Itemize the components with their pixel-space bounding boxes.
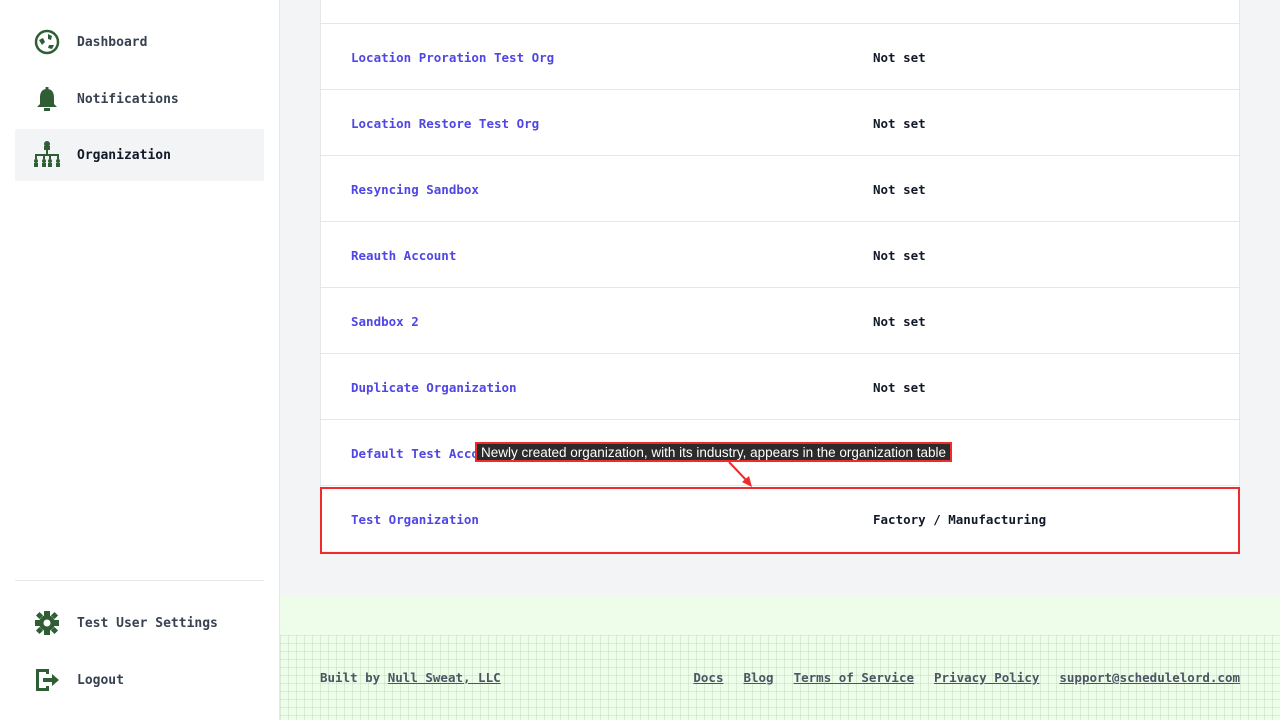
organization-industry: Not set: [873, 49, 926, 65]
sidebar-item-label: Notifications: [77, 91, 179, 107]
sidebar-item-label: Organization: [77, 147, 171, 163]
table-row: [321, 0, 1239, 24]
annotation-callout: Newly created organization, with its ind…: [475, 442, 953, 462]
table-row: Test Organization Factory / Manufacturin…: [321, 486, 1239, 551]
table-row: Resyncing Sandbox Not set: [321, 156, 1239, 222]
main-content: Location Proration Test Org Not set Loca…: [280, 0, 1280, 720]
footer-link-blog[interactable]: Blog: [743, 670, 773, 685]
footer: Built by Null Sweat, LLC Docs Blog Terms…: [280, 595, 1280, 720]
sidebar-item-dashboard[interactable]: Dashboard: [15, 16, 264, 68]
organization-table: Location Proration Test Org Not set Loca…: [320, 0, 1240, 551]
footer-built-by-text: Built by: [320, 670, 388, 685]
footer-top-band: [280, 595, 1280, 635]
sidebar-item-label: Test User Settings: [77, 615, 218, 631]
sidebar-divider: [15, 580, 264, 581]
organization-industry: Not set: [873, 181, 926, 197]
footer-credit: Built by Null Sweat, LLC: [320, 670, 501, 685]
sidebar-item-user-settings[interactable]: Test User Settings: [15, 597, 264, 649]
logout-icon: [31, 664, 63, 696]
organization-industry: Not set: [873, 379, 926, 395]
organization-name-link[interactable]: Sandbox 2: [351, 288, 419, 354]
organization-name-link[interactable]: Resyncing Sandbox: [351, 156, 479, 222]
organization-industry: Not set: [873, 115, 926, 131]
org-chart-icon: [31, 139, 63, 171]
bell-icon: [31, 83, 63, 115]
organization-industry: Factory / Manufacturing: [873, 511, 1047, 527]
table-row: Reauth Account Not set: [321, 222, 1239, 288]
footer-link-support-email[interactable]: support@schedulelord.com: [1059, 670, 1240, 685]
sidebar-item-notifications[interactable]: Notifications: [15, 73, 264, 125]
sidebar: Dashboard Notifications Organization Tes…: [0, 0, 280, 720]
footer-link-docs[interactable]: Docs: [693, 670, 723, 685]
footer-company-link[interactable]: Null Sweat, LLC: [388, 670, 501, 685]
organization-name-link[interactable]: Location Restore Test Org: [351, 90, 539, 156]
organization-industry: Not set: [873, 247, 926, 263]
footer-links: Docs Blog Terms of Service Privacy Polic…: [693, 670, 1240, 685]
organization-name-link[interactable]: Duplicate Organization: [351, 354, 517, 420]
footer-link-privacy[interactable]: Privacy Policy: [934, 670, 1039, 685]
organization-name-link[interactable]: Reauth Account: [351, 222, 456, 288]
organization-name-link[interactable]: Location Proration Test Org: [351, 24, 554, 90]
gear-icon: [31, 607, 63, 639]
sidebar-item-organization[interactable]: Organization: [15, 129, 264, 181]
sidebar-item-logout[interactable]: Logout: [15, 654, 264, 706]
table-row: Location Restore Test Org Not set: [321, 90, 1239, 156]
table-row: Duplicate Organization Not set: [321, 354, 1239, 420]
annotation-arrow: [728, 461, 752, 487]
sidebar-item-label: Dashboard: [77, 34, 148, 50]
organization-industry: Not set: [873, 313, 926, 329]
organization-name-link[interactable]: Test Organization: [351, 486, 479, 552]
dashboard-icon: [31, 26, 63, 58]
footer-link-terms[interactable]: Terms of Service: [794, 670, 914, 685]
table-row: Location Proration Test Org Not set: [321, 24, 1239, 90]
sidebar-item-label: Logout: [77, 672, 124, 688]
table-row: Sandbox 2 Not set: [321, 288, 1239, 354]
